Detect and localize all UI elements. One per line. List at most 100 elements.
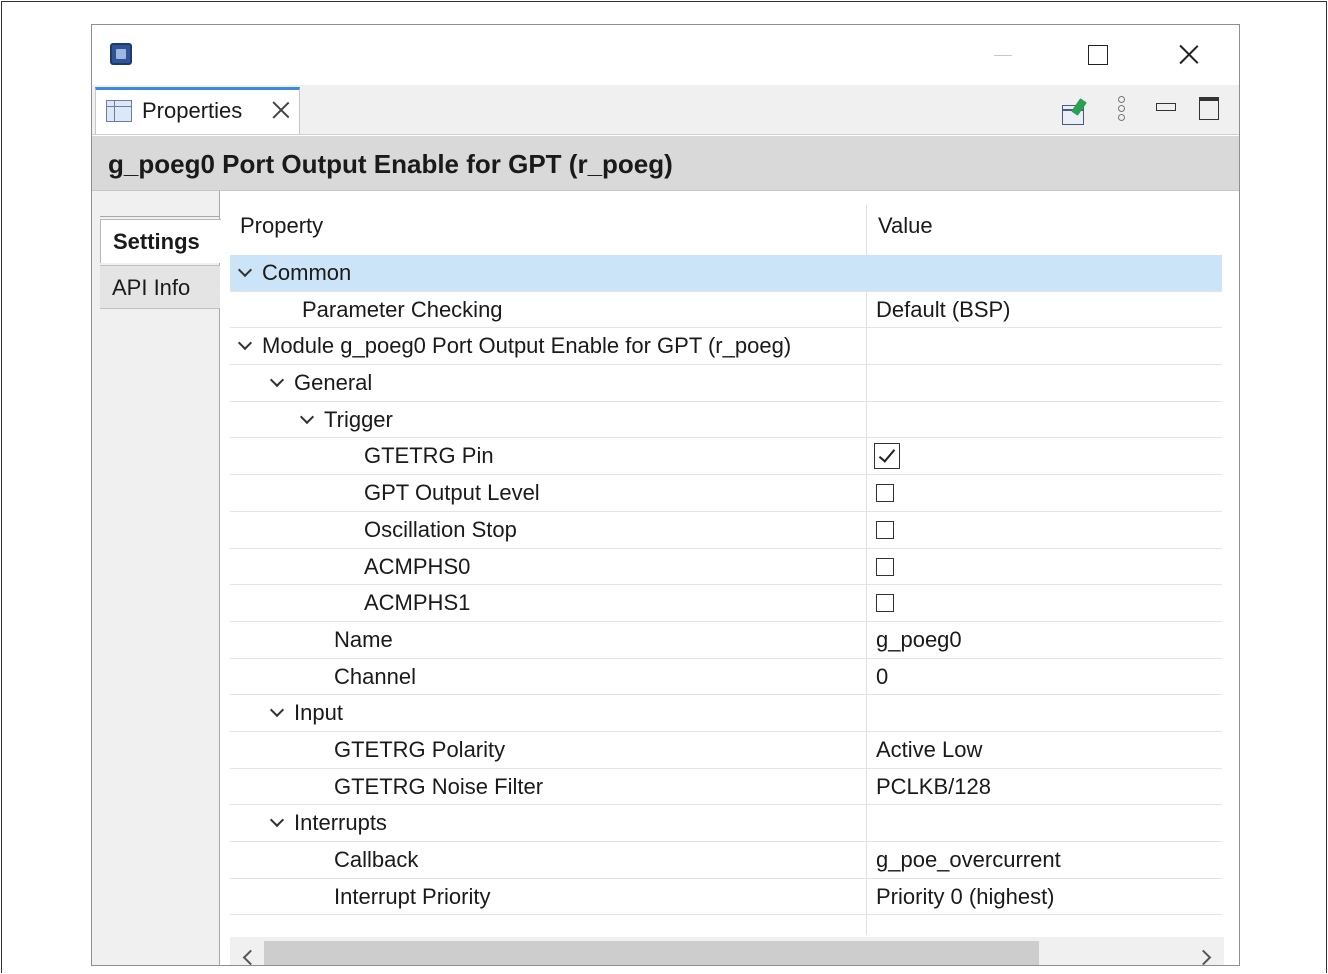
side-tab-divider (100, 197, 220, 217)
window-close-button[interactable] (1166, 37, 1212, 73)
property-label: Trigger (324, 406, 393, 432)
properties-content: Settings API Info Property Value Common P… (92, 191, 1239, 965)
property-value-cell[interactable]: g_poe_overcurrent (876, 842, 1061, 878)
property-name-cell: Interrupt Priority (334, 879, 491, 915)
property-label: Interrupt Priority (334, 883, 491, 909)
table-header: Property Value (230, 197, 1222, 255)
table-row[interactable]: GPT Output Level (230, 475, 1222, 512)
window-maximize-button[interactable] (1074, 37, 1120, 73)
property-label: Oscillation Stop (364, 516, 517, 542)
table-row[interactable]: Common (230, 255, 1222, 292)
tab-properties-label: Properties (142, 98, 243, 123)
pin-to-selection-icon[interactable] (1060, 98, 1090, 127)
property-label: GTETRG Noise Filter (334, 773, 544, 799)
property-value-cell[interactable]: Active Low (876, 732, 982, 768)
property-name-cell: ACMPHS1 (364, 585, 470, 621)
property-name-cell: Channel (334, 659, 416, 695)
close-icon[interactable] (270, 99, 292, 121)
tab-settings[interactable]: Settings (100, 219, 221, 263)
title-bar (92, 25, 1239, 85)
view-tab-bar: Properties (92, 85, 1239, 135)
property-label: ACMPHS1 (364, 590, 471, 616)
table-row[interactable]: GTETRG Pin (230, 438, 1222, 476)
window-minimize-button[interactable] (980, 37, 1026, 73)
chevron-down-icon[interactable] (237, 262, 253, 278)
tab-properties[interactable]: Properties (95, 87, 300, 134)
column-header-value[interactable]: Value (878, 213, 933, 239)
table-row[interactable]: Name g_poeg0 (230, 622, 1222, 659)
side-tab-strip: Settings API Info (92, 191, 221, 965)
property-name-cell: Oscillation Stop (364, 512, 517, 548)
property-label: Name (334, 626, 393, 652)
property-name-cell: Trigger (299, 402, 393, 438)
view-menu-icon[interactable] (1114, 95, 1128, 129)
checkbox-unchecked[interactable] (876, 520, 894, 539)
chevron-down-icon[interactable] (237, 336, 253, 351)
property-label: Module g_poeg0 Port Output Enable for GP… (262, 333, 792, 359)
property-name-cell: Input (269, 695, 343, 731)
property-name-cell: Callback (334, 842, 418, 878)
table-row[interactable]: Trigger (230, 402, 1222, 439)
properties-window: Properties g_poeg0 Port Output Enable fo… (91, 24, 1240, 966)
property-value-cell[interactable]: 0 (876, 659, 888, 695)
checkbox-checked[interactable] (874, 443, 900, 470)
table-row[interactable]: Oscillation Stop (230, 512, 1222, 549)
checkbox-unchecked[interactable] (876, 557, 894, 576)
table-row[interactable]: Module g_poeg0 Port Output Enable for GP… (230, 328, 1222, 366)
property-name-cell: Parameter Checking (302, 292, 503, 328)
tab-api-info[interactable]: API Info (100, 265, 220, 309)
property-label: General (294, 370, 373, 396)
table-row[interactable]: Interrupts (230, 805, 1222, 842)
property-label: GPT Output Level (364, 480, 540, 506)
property-label: Common (262, 260, 352, 285)
property-label: Interrupts (294, 810, 387, 836)
property-name-cell: GTETRG Polarity (334, 732, 505, 768)
properties-heading: g_poeg0 Port Output Enable for GPT (r_po… (92, 136, 1239, 191)
property-name-cell: GPT Output Level (364, 475, 540, 511)
table-row[interactable]: Channel 0 (230, 659, 1222, 696)
property-value-cell[interactable]: Default (BSP) (876, 292, 1011, 328)
view-maximize-button[interactable] (1196, 95, 1224, 123)
property-value-cell[interactable]: PCLKB/128 (876, 769, 991, 805)
scrollbar-thumb[interactable] (264, 941, 1039, 965)
property-name-cell: GTETRG Pin (364, 438, 494, 474)
property-value-cell[interactable]: g_poeg0 (876, 622, 962, 658)
properties-table-icon (106, 100, 132, 122)
chevron-down-icon[interactable] (269, 703, 285, 718)
table-body: Common Parameter Checking Default (BSP) Mod… (230, 255, 1222, 916)
table-row[interactable]: General (230, 365, 1222, 402)
property-name-cell: GTETRG Noise Filter (334, 769, 543, 805)
property-name-cell: Module g_poeg0 Port Output Enable for GP… (237, 328, 792, 364)
page-title: g_poeg0 Port Output Enable for GPT (r_po… (108, 149, 673, 179)
table-row[interactable]: Interrupt Priority Priority 0 (highest) (230, 879, 1222, 916)
table-row[interactable]: Input (230, 695, 1222, 732)
property-name-cell: ACMPHS0 (364, 549, 470, 585)
table-row[interactable]: Parameter Checking Default (BSP) (230, 292, 1222, 329)
table-row[interactable]: Callback g_poe_overcurrent (230, 842, 1222, 879)
property-label: Channel (334, 663, 416, 689)
property-value-cell[interactable]: Priority 0 (highest) (876, 879, 1055, 915)
view-minimize-button[interactable] (1152, 99, 1180, 119)
property-label: ACMPHS0 (364, 553, 471, 579)
property-label: GTETRG Polarity (334, 736, 506, 762)
table-row[interactable]: ACMPHS0 (230, 549, 1222, 586)
property-table: Property Value Common Parameter Checking D… (230, 197, 1222, 935)
checkbox-unchecked[interactable] (876, 484, 894, 503)
table-row[interactable]: GTETRG Noise Filter PCLKB/128 (230, 769, 1222, 806)
scroll-right-icon[interactable] (1196, 947, 1216, 965)
property-name-cell: Common (237, 255, 352, 291)
property-label: Callback (334, 847, 419, 872)
chevron-down-icon[interactable] (269, 813, 285, 828)
column-header-property[interactable]: Property (240, 213, 323, 239)
property-label: Input (294, 700, 343, 726)
table-row[interactable]: GTETRG Polarity Active Low (230, 732, 1222, 769)
chevron-down-icon[interactable] (299, 409, 315, 424)
checkbox-unchecked[interactable] (876, 594, 894, 613)
horizontal-scrollbar[interactable] (230, 937, 1224, 965)
property-label: GTETRG Pin (364, 443, 494, 469)
property-name-cell: Interrupts (269, 805, 387, 841)
scroll-left-icon[interactable] (238, 947, 258, 965)
table-row[interactable]: ACMPHS1 (230, 585, 1222, 622)
property-name-cell: Name (334, 622, 393, 658)
chevron-down-icon[interactable] (269, 372, 285, 388)
